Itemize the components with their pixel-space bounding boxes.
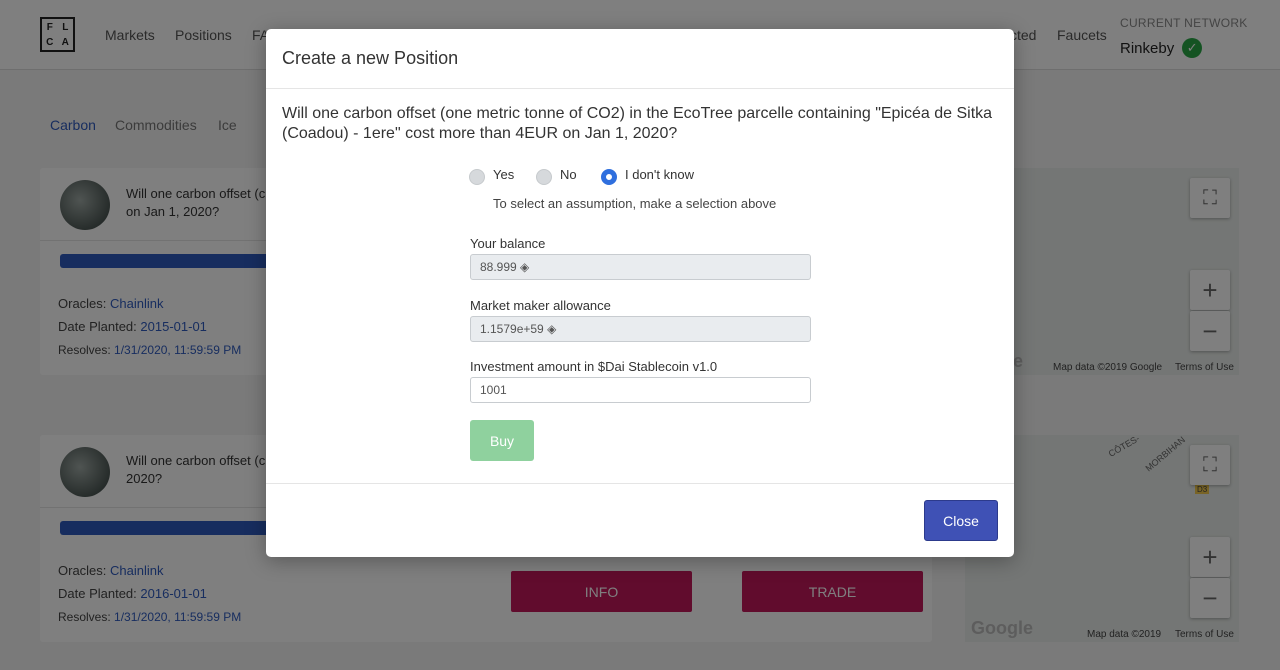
option-dont-know-label: I don't know (625, 166, 694, 182)
radio-dont-know[interactable] (601, 169, 617, 185)
option-no-label: No (560, 166, 577, 182)
option-dont-know[interactable]: I don't know (601, 166, 694, 185)
allowance-field: 1.1579e+59 ◈ (470, 316, 811, 342)
option-yes[interactable]: Yes (469, 166, 515, 185)
market-question: Will one carbon offset (one metric tonne… (282, 105, 993, 142)
create-position-modal: Create a new Position Will one carbon of… (266, 29, 1014, 557)
option-yes-label: Yes (493, 166, 515, 182)
close-button[interactable]: Close (924, 500, 998, 541)
option-no[interactable]: No (536, 166, 577, 185)
radio-no[interactable] (536, 169, 552, 185)
balance-label: Your balance (470, 236, 546, 251)
balance-field: 88.999 ◈ (470, 254, 811, 280)
investment-amount-input[interactable]: 1001 (470, 377, 811, 403)
radio-yes[interactable] (469, 169, 485, 185)
selection-helper: To select an assumption, make a selectio… (493, 196, 777, 211)
investment-label: Investment amount in $Dai Stablecoin v1.… (470, 359, 718, 374)
modal-header: Create a new Position (266, 29, 1014, 89)
modal-title: Create a new Position (282, 48, 459, 68)
allowance-label: Market maker allowance (470, 298, 611, 313)
buy-button[interactable]: Buy (470, 420, 534, 461)
divider (266, 483, 1014, 484)
